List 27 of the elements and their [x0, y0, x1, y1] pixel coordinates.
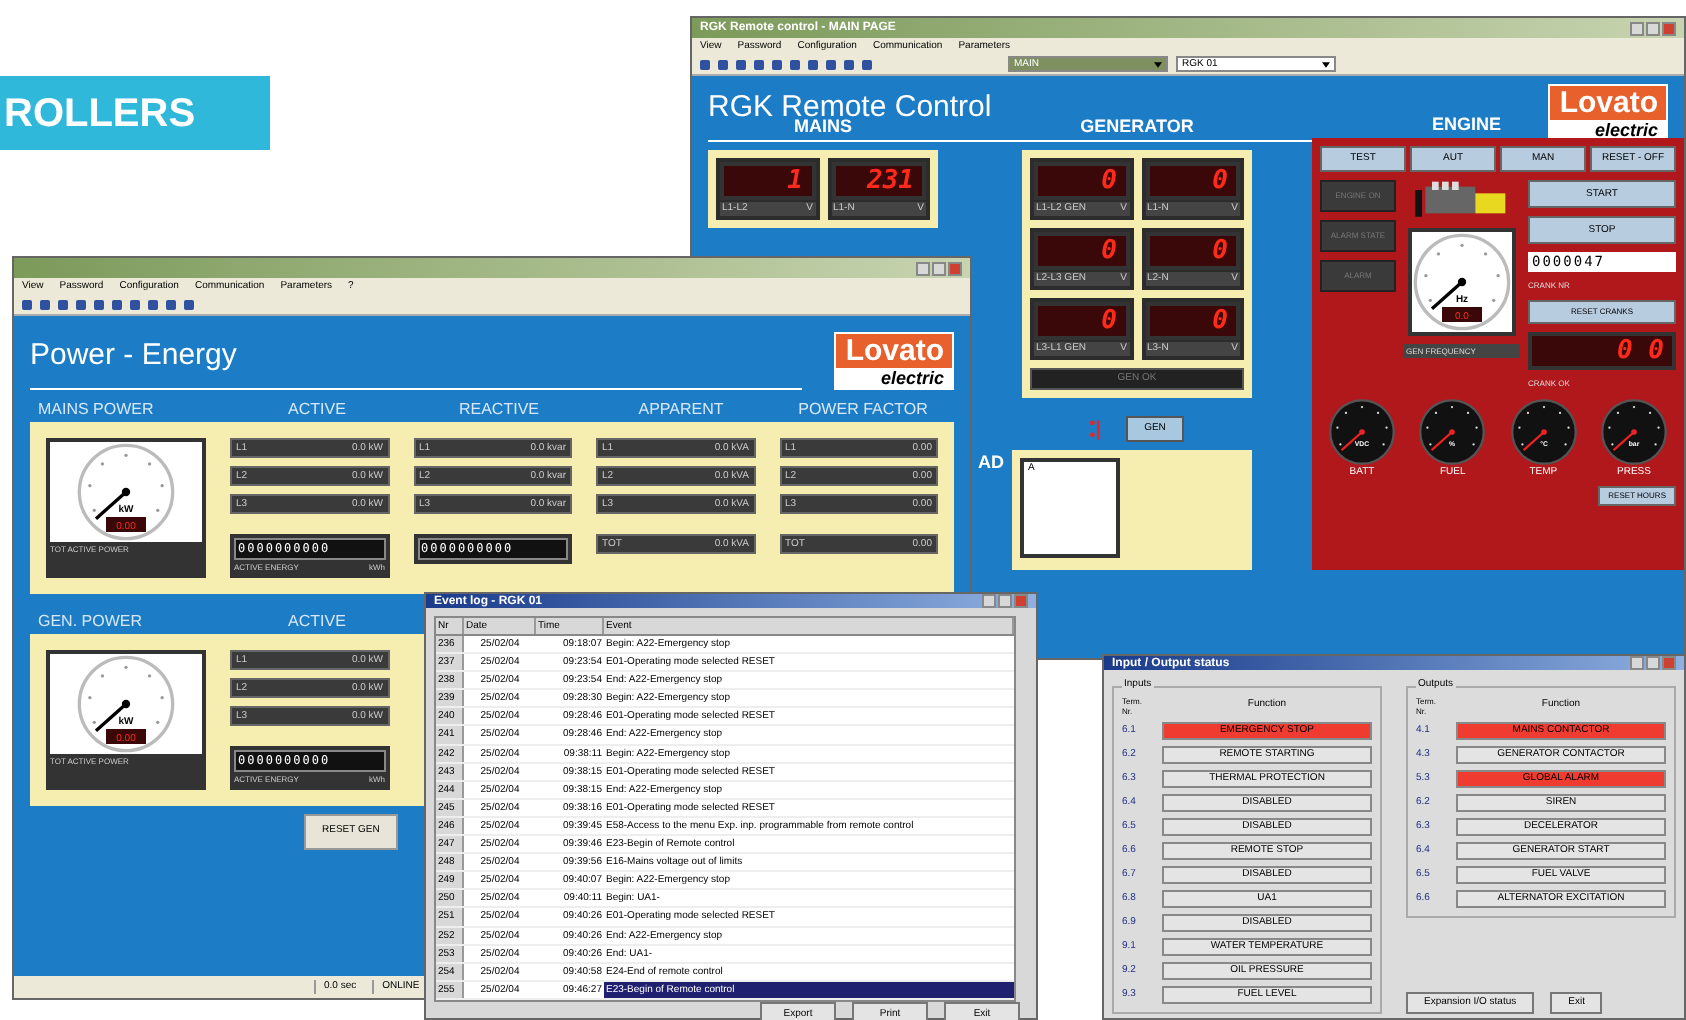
- led-display: 0: [1145, 301, 1240, 339]
- banner-title: ROLLERS: [4, 89, 196, 139]
- section-heading: ENGINE: [1432, 112, 1502, 138]
- led-display: 0: [1034, 301, 1129, 339]
- led-display: 0: [1145, 231, 1240, 269]
- section-heading: GENERATOR: [1080, 114, 1194, 140]
- led-display: 0: [1034, 231, 1129, 269]
- section-heading: AD: [978, 449, 1004, 475]
- caret-icon: [1322, 61, 1330, 67]
- led-display: 0 0: [1528, 332, 1676, 370]
- caret-icon: [1154, 61, 1162, 67]
- logo: Lovato electric: [834, 332, 954, 390]
- led-display: 0: [1034, 161, 1129, 199]
- section-heading: MAINS: [794, 116, 852, 140]
- led-display: 231: [831, 161, 926, 199]
- close-icon[interactable]: [1662, 21, 1676, 35]
- section-heading: GEN. POWER: [38, 610, 145, 634]
- led-display: 0: [1145, 161, 1240, 199]
- close-icon[interactable]: [948, 261, 962, 275]
- column-heading: APPARENT: [636, 398, 726, 422]
- section-heading: MAINS POWER: [38, 398, 156, 422]
- column-heading: ACTIVE: [286, 610, 348, 634]
- page-heading: Power - Energy: [30, 338, 237, 372]
- led-display: 1: [720, 161, 815, 199]
- column-heading: POWER FACTOR: [796, 398, 930, 422]
- column-heading: REACTIVE: [456, 398, 541, 422]
- column-heading: ACTIVE: [286, 398, 348, 422]
